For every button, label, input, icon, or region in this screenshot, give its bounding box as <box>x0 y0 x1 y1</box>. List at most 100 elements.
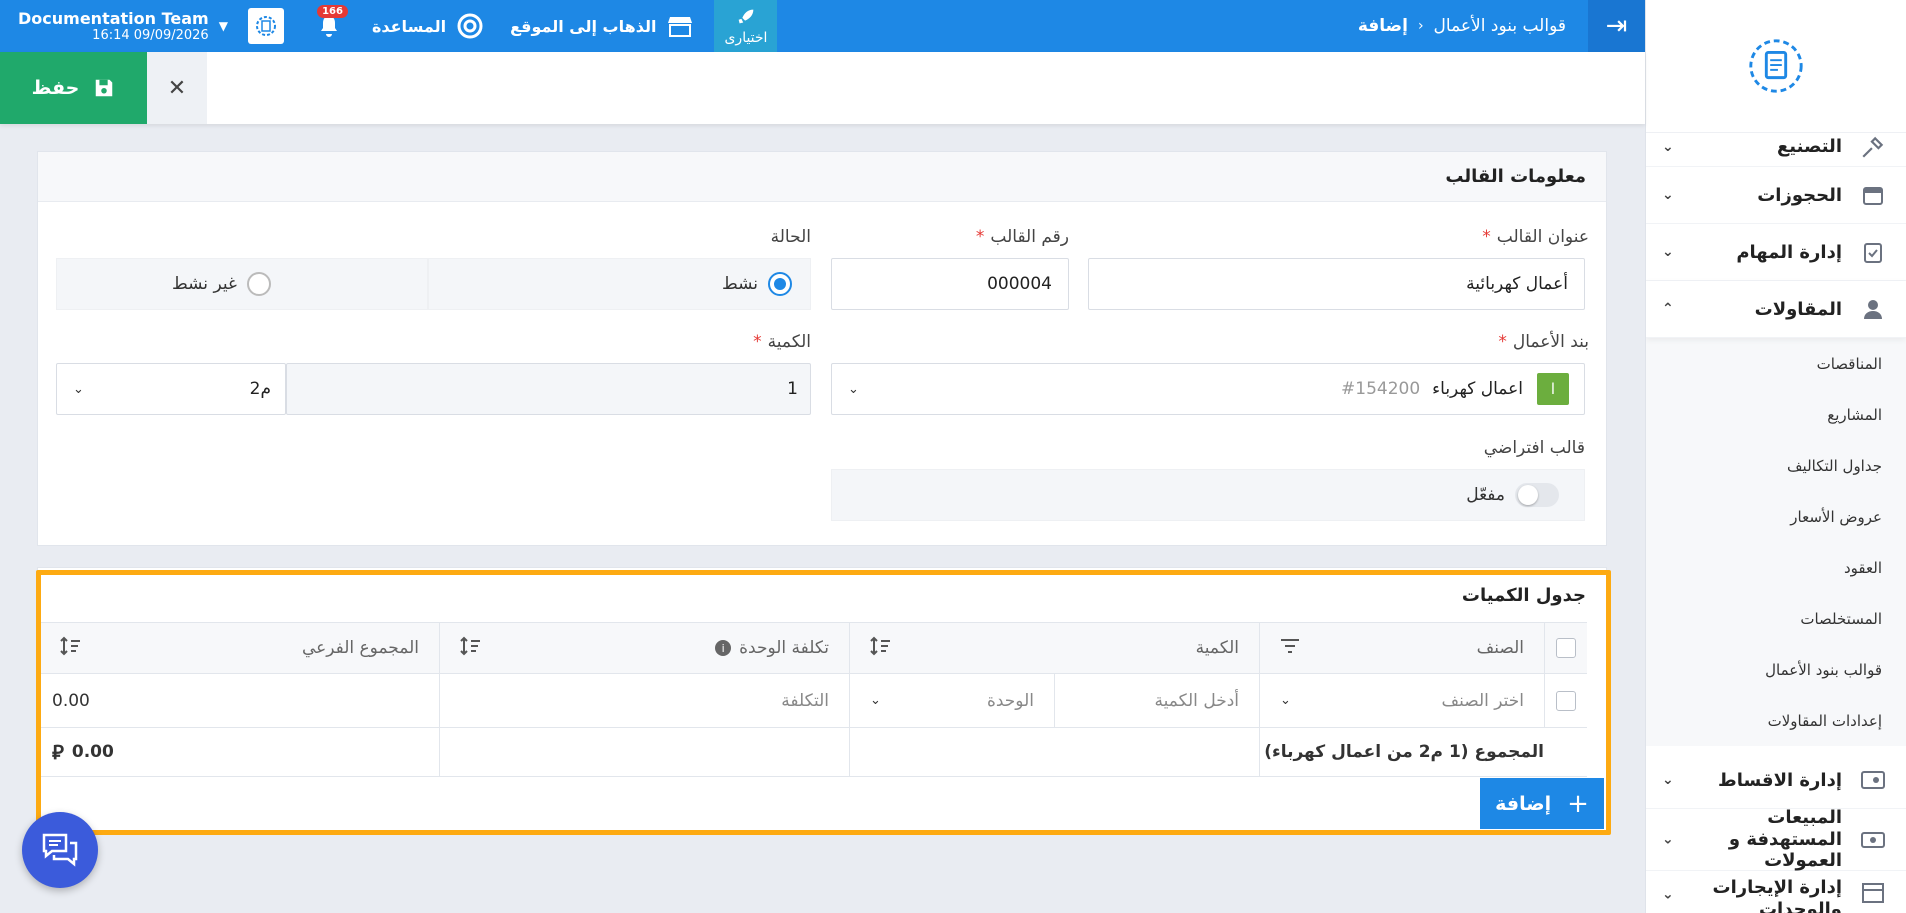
default-template-label: قالب افتراضي <box>1483 438 1585 458</box>
menu-toggle-icon[interactable]: ⇥ <box>1588 0 1645 52</box>
close-button[interactable]: ✕ <box>147 52 207 124</box>
close-icon: ✕ <box>167 75 187 101</box>
required-marker: * <box>753 332 762 352</box>
quantity-input[interactable]: 1 <box>286 363 811 415</box>
chevron-down-icon: ⌄ <box>1662 772 1674 788</box>
chevron-down-icon: ⌄ <box>1662 244 1674 260</box>
submenu-quotations[interactable]: عروض الأسعار <box>1646 491 1906 542</box>
help-label: المساعدة <box>371 16 447 36</box>
chevron-up-icon: ⌃ <box>1662 301 1674 317</box>
sidebar-item-tasks[interactable]: إدارة المهام ⌄ <box>1646 224 1906 281</box>
breadcrumb-parent[interactable]: قوالب بنود الأعمال <box>1434 16 1566 36</box>
sidebar-item-label: إدارة الإيجارات والوحدات <box>1712 877 1842 913</box>
default-toggle-label: مفعّل <box>1466 485 1505 505</box>
filter-icon[interactable] <box>1280 638 1300 659</box>
sidebar-item-bookings[interactable]: الحجوزات ⌄ <box>1646 167 1906 224</box>
sidebar-item-manufacturing[interactable]: التصنيع ⌄ <box>1646 127 1906 167</box>
floppy-disk-icon <box>96 79 113 97</box>
submenu-contracts[interactable]: العقود <box>1646 542 1906 593</box>
company-logo[interactable] <box>247 8 284 44</box>
template-info-title: معلومات القالب <box>38 152 1606 202</box>
quantities-table: الصنف الكمية تكلفة الوحدة i المجموع الفر… <box>40 622 1587 777</box>
chevron-down-icon: ⌄ <box>73 381 84 397</box>
chevron-down-icon: ⌄ <box>1280 693 1291 708</box>
unit-select[interactable]: م2 ⌄ <box>56 363 286 415</box>
notifications-button[interactable]: 166 <box>312 0 348 52</box>
notifications-badge: 166 <box>317 5 348 18</box>
sidebar-item-contracting[interactable]: المقاولات ⌃ <box>1646 281 1906 338</box>
sidebar-item-label: الحجوزات <box>1757 184 1842 206</box>
total-amount: 0.00 ⃁ <box>40 728 439 776</box>
submenu-progress-bills[interactable]: المستخلصات <box>1646 593 1906 644</box>
currency-symbol: ⃁ <box>52 740 64 764</box>
status-label: الحالة <box>770 227 811 247</box>
work-item-badge: ا <box>1537 373 1569 405</box>
submenu-contracting-settings[interactable]: إعدادات المقاولات <box>1646 695 1906 746</box>
work-item-code: #154200 <box>1341 379 1421 399</box>
action-bar: حفظ ✕ <box>0 52 1645 124</box>
header-unit-cost: تكلفة الوحدة i <box>439 623 849 673</box>
shortcuts-button[interactable]: اختيارى <box>714 0 778 52</box>
header-quantity: الكمية <box>849 623 1259 673</box>
lifebuoy-icon <box>456 12 484 40</box>
status-inactive-option[interactable]: غير نشط <box>56 258 428 310</box>
status-inactive-label: غير نشط <box>172 274 237 294</box>
chat-button[interactable] <box>22 812 98 888</box>
sort-icon[interactable] <box>460 636 482 661</box>
radio-unchecked[interactable] <box>246 272 271 296</box>
plus-icon: + <box>1567 788 1589 819</box>
save-button[interactable]: حفظ <box>0 52 147 124</box>
unit-placeholder: الوحدة <box>986 690 1034 711</box>
template-title-input[interactable]: أعمال كهربائية <box>1088 258 1585 310</box>
sidebar-item-rentals[interactable]: إدارة الإيجارات والوحدات ⌄ <box>1646 871 1906 913</box>
add-row-label: إضافة <box>1495 792 1552 815</box>
radio-checked[interactable] <box>768 272 792 296</box>
select-all-checkbox[interactable] <box>1556 638 1576 658</box>
chevron-down-icon: ⌄ <box>848 381 859 397</box>
quantity-field[interactable]: أدخل الكمية <box>1054 674 1259 727</box>
default-template-toggle[interactable] <box>1515 483 1559 507</box>
work-item-select[interactable]: ا اعمال كهرباء #154200 ⌄ <box>831 363 1585 415</box>
help-link[interactable]: المساعدة <box>372 12 484 40</box>
money-icon <box>1858 825 1888 855</box>
submenu-cost-sheets[interactable]: جداول التكاليف <box>1646 440 1906 491</box>
chevron-left-icon: ‹ <box>1417 18 1424 34</box>
template-number-input[interactable]: 000004 <box>831 258 1069 310</box>
submenu-tenders[interactable]: المناقصات <box>1646 338 1906 389</box>
sort-icon[interactable] <box>60 636 82 661</box>
template-title-label-text: عنوان القالب <box>1496 227 1589 247</box>
row-checkbox[interactable] <box>1556 690 1576 711</box>
app-logo[interactable] <box>1646 0 1906 133</box>
info-icon[interactable]: i <box>715 640 732 656</box>
sidebar-item-targeted-sales[interactable]: المبيعات المستهدفة و العمولات ⌄ <box>1646 807 1906 871</box>
shortcuts-label: اختيارى <box>724 30 768 46</box>
status-active-option[interactable]: نشط <box>428 258 811 310</box>
item-select[interactable]: اختر الصنف ⌄ <box>1259 674 1544 727</box>
user-menu[interactable]: ▼ Documentation Team 16:14 09/09/2026 <box>0 9 234 44</box>
quantity-label-text: الكمية <box>767 332 811 352</box>
chat-icon <box>42 833 78 867</box>
submenu-work-item-templates[interactable]: قوالب بنود الأعمال <box>1646 644 1906 695</box>
table-row: اختر الصنف ⌄ أدخل الكمية الوحدة ⌄ التكلف… <box>40 674 1587 728</box>
submenu-projects[interactable]: المشاريع <box>1646 389 1906 440</box>
header-item-label: الصنف <box>1476 638 1524 658</box>
caret-down-icon: ▼ <box>218 19 228 33</box>
calendar-icon <box>1858 180 1888 210</box>
row-subtotal: 0.00 <box>52 690 90 711</box>
chevron-down-icon: ⌄ <box>1662 187 1674 203</box>
header-quantity-label: الكمية <box>1195 638 1239 658</box>
work-item-label: بند الأعمال* <box>1498 332 1589 352</box>
sidebar-item-installments[interactable]: إدارة الاقساط ⌄ <box>1646 752 1906 809</box>
unit-select[interactable]: الوحدة ⌄ <box>849 674 1054 727</box>
cost-field[interactable]: التكلفة <box>439 674 849 727</box>
tools-icon <box>1858 132 1888 162</box>
header-checkbox-cell <box>1544 623 1587 673</box>
chevron-down-icon: ⌄ <box>1662 138 1674 155</box>
chevron-down-icon: ⌄ <box>870 693 881 708</box>
visit-site-link[interactable]: الذهاب إلى الموقع <box>510 12 694 40</box>
sort-icon[interactable] <box>870 636 892 661</box>
user-info: Documentation Team 16:14 09/09/2026 <box>18 9 209 44</box>
template-number-label-text: رقم القالب <box>990 227 1069 247</box>
required-marker: * <box>975 227 985 247</box>
add-row-button[interactable]: + إضافة <box>1480 778 1604 829</box>
